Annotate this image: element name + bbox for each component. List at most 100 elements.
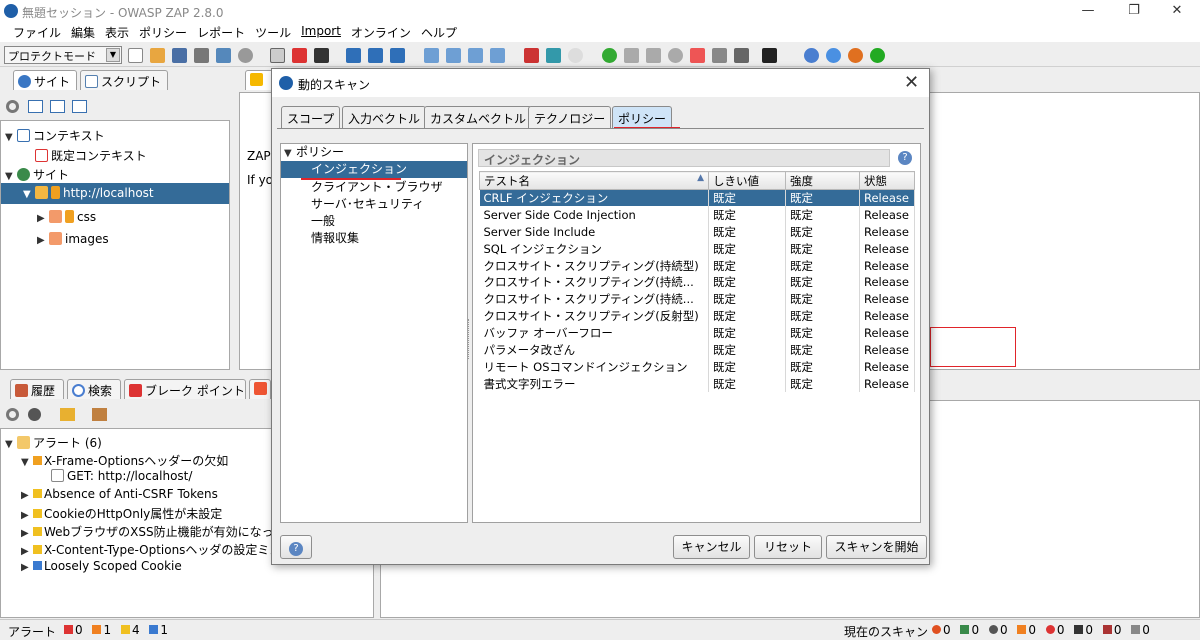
table-row[interactable]: パラメータ改ざん 既定 既定 Release <box>479 341 915 359</box>
expand-arrow-icon[interactable]: ▼ <box>284 145 296 162</box>
tab-custom-vectors[interactable]: カスタムベクトル <box>424 106 533 128</box>
alert-item[interactable]: ▶ Absence of Anti-CSRF Tokens <box>21 487 218 501</box>
table-row[interactable]: CRLF インジェクション 既定 既定 Release <box>479 189 915 207</box>
tree-node-css[interactable]: ▶ css <box>37 210 96 224</box>
cell-strength[interactable]: 既定 <box>785 375 860 393</box>
column-header-status[interactable]: 状態 <box>859 171 915 190</box>
cancel-button[interactable]: キャンセル <box>673 535 750 559</box>
alerts-root[interactable]: ▼ アラート (6) <box>5 434 102 451</box>
alert-item[interactable]: ▶ Loosely Scoped Cookie <box>21 559 182 573</box>
menu-help[interactable]: ヘルプ <box>416 22 462 42</box>
tab-history[interactable]: 履歴 <box>10 379 64 399</box>
cell-strength[interactable]: 既定 <box>785 341 860 359</box>
cell-threshold[interactable]: 既定 <box>708 240 786 258</box>
cell-threshold[interactable]: 既定 <box>708 358 786 376</box>
collapse-arrow-icon[interactable]: ▶ <box>21 562 33 573</box>
collapse-arrow-icon[interactable]: ▶ <box>21 490 33 501</box>
cell-strength[interactable]: 既定 <box>785 206 860 224</box>
cell-threshold[interactable]: 既定 <box>708 206 786 224</box>
tree-default-context[interactable]: 既定コンテキスト <box>35 147 147 164</box>
close-icon[interactable]: ✕ <box>1154 0 1200 22</box>
alert-instance[interactable]: GET: http://localhost/ <box>51 469 192 483</box>
menu-report[interactable]: レポート <box>192 22 250 42</box>
browser-firefox-icon[interactable] <box>848 48 863 63</box>
table-row[interactable]: Server Side Include 既定 既定 Release <box>479 223 915 241</box>
layout-7-icon[interactable] <box>490 48 505 63</box>
layout-5-icon[interactable] <box>446 48 461 63</box>
cell-threshold[interactable]: 既定 <box>708 189 786 207</box>
policy-item-general[interactable]: 一般 <box>281 213 467 230</box>
check-updates-icon[interactable] <box>804 48 819 63</box>
menu-import[interactable]: Import <box>296 22 346 42</box>
layout-2-icon[interactable] <box>368 48 383 63</box>
pencil-icon[interactable] <box>60 408 75 421</box>
cell-threshold[interactable]: 既定 <box>708 257 786 274</box>
cell-threshold[interactable]: 既定 <box>708 375 786 393</box>
cell-strength[interactable]: 既定 <box>785 223 860 241</box>
menu-edit[interactable]: 編集 <box>66 22 100 42</box>
table-row[interactable]: リモート OSコマンドインジェクション 既定 既定 Release <box>479 358 915 376</box>
scan-policy-icon[interactable] <box>546 48 561 63</box>
cell-threshold[interactable]: 既定 <box>708 341 786 359</box>
tab-scripts[interactable]: スクリプト <box>80 70 168 90</box>
remove-tab-icon[interactable] <box>292 48 307 63</box>
hint-icon[interactable] <box>568 48 583 63</box>
tab-sites[interactable]: サイト <box>13 70 77 90</box>
cell-threshold[interactable]: 既定 <box>708 273 786 291</box>
add-ons-icon[interactable] <box>524 48 539 63</box>
mode-select[interactable]: プロテクトモード ▼ <box>4 46 122 64</box>
cell-threshold[interactable]: 既定 <box>708 223 786 241</box>
menu-view[interactable]: 表示 <box>100 22 134 42</box>
layout-4-icon[interactable] <box>424 48 439 63</box>
manual-request-icon[interactable] <box>734 48 749 63</box>
table-row[interactable]: クロスサイト・スクリプティング(持続型) 既定 既定 Release <box>479 257 915 274</box>
session-properties-icon[interactable] <box>216 48 231 63</box>
snapshot-icon[interactable] <box>194 48 209 63</box>
globe-icon[interactable] <box>28 408 41 421</box>
stop-icon[interactable] <box>668 48 683 63</box>
tab-alerts[interactable] <box>249 379 271 399</box>
new-session-icon[interactable] <box>128 48 143 63</box>
console-icon[interactable] <box>314 48 329 63</box>
cell-strength[interactable]: 既定 <box>785 358 860 376</box>
save-session-icon[interactable] <box>172 48 187 63</box>
gear-icon[interactable] <box>238 48 253 63</box>
collapse-arrow-icon[interactable]: ▶ <box>37 235 49 246</box>
policy-item-client-browser[interactable]: クライアント・ブラウザ <box>281 179 467 196</box>
tab-breakpoints[interactable]: ブレーク ポイント <box>124 379 246 399</box>
tab-scope[interactable]: スコープ <box>281 106 341 128</box>
alert-item[interactable]: ▼ X-Frame-Optionsヘッダーの欠如 <box>21 452 228 469</box>
tab-policy[interactable]: ポリシー <box>612 106 673 128</box>
help-icon[interactable]: ? <box>898 151 912 165</box>
tree-host[interactable]: ▼ http://localhost <box>1 183 229 204</box>
hud-icon[interactable] <box>870 48 885 63</box>
broom-icon[interactable] <box>92 408 107 421</box>
menu-file[interactable]: ファイル <box>8 22 66 42</box>
import-context-icon[interactable] <box>50 100 65 113</box>
cell-threshold[interactable]: 既定 <box>708 324 786 342</box>
column-header-test-name[interactable]: テスト名 ▲ <box>479 171 709 190</box>
alert-item[interactable]: ▶ X-Content-Type-Optionsヘッダの設定ミス (4 <box>21 541 298 558</box>
collapse-arrow-icon[interactable]: ▶ <box>21 510 33 521</box>
cell-strength[interactable]: 既定 <box>785 273 860 291</box>
cell-strength[interactable]: 既定 <box>785 240 860 258</box>
help-button[interactable]: ? <box>280 535 312 559</box>
alert-item[interactable]: ▶ CookieのHttpOnly属性が未設定 <box>21 505 222 522</box>
expand-arrow-icon[interactable]: ▼ <box>21 457 33 468</box>
cell-strength[interactable]: 既定 <box>785 307 860 325</box>
collapse-arrow-icon[interactable]: ▶ <box>21 546 33 557</box>
start-scan-button[interactable]: スキャンを開始 <box>826 535 927 559</box>
tab-input-vectors[interactable]: 入力ベクトル <box>342 106 427 128</box>
open-session-icon[interactable] <box>150 48 165 63</box>
split-handle[interactable] <box>468 319 471 359</box>
cell-strength[interactable]: 既定 <box>785 324 860 342</box>
collapse-arrow-icon[interactable]: ▶ <box>21 528 33 539</box>
export-context-icon[interactable] <box>72 100 87 113</box>
collapse-arrow-icon[interactable]: ▶ <box>37 213 49 224</box>
layout-6-icon[interactable] <box>468 48 483 63</box>
column-header-threshold[interactable]: しきい値 <box>708 171 786 190</box>
tree-contexts[interactable]: ▼ コンテキスト <box>5 127 105 144</box>
table-row[interactable]: クロスサイト・スクリプティング(反射型) 既定 既定 Release <box>479 307 915 325</box>
close-icon[interactable]: ✕ <box>904 72 919 93</box>
expand-arrow-icon[interactable]: ▼ <box>23 189 35 200</box>
